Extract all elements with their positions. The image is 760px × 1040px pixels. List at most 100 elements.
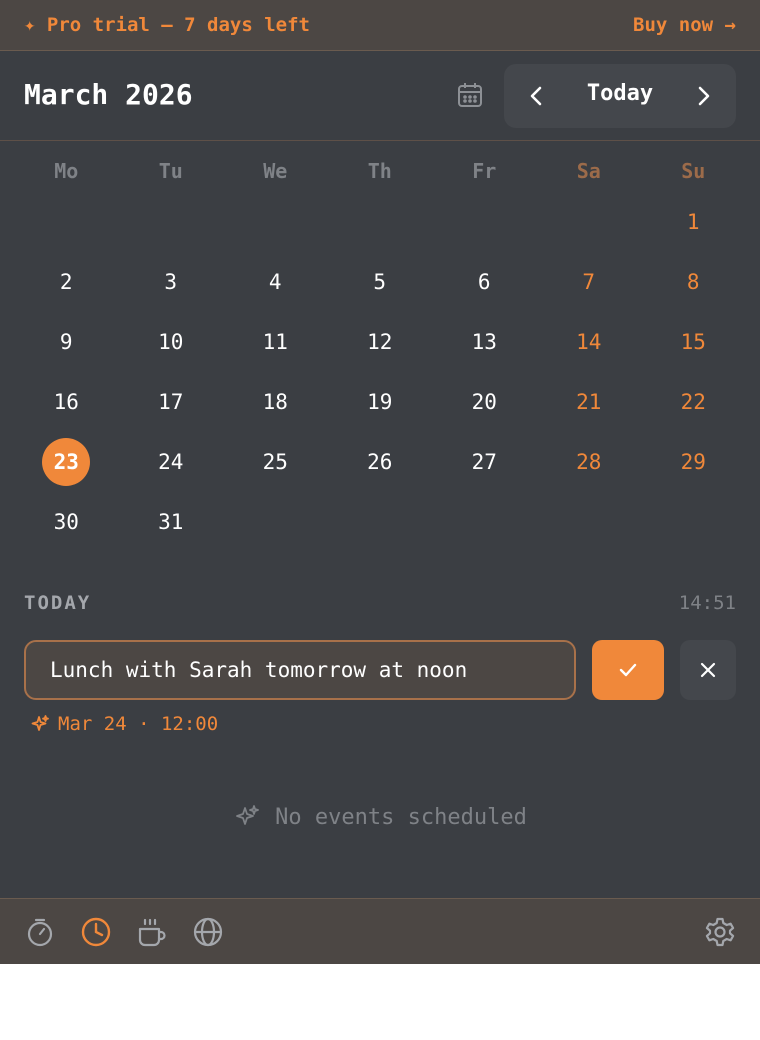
calendar-app: ✦ Pro trial — 7 days left Buy now → Marc… <box>0 0 760 964</box>
day-number: 27 <box>471 450 497 474</box>
globe-icon[interactable] <box>192 916 224 948</box>
sparkle-icon <box>236 805 260 825</box>
day-number: 11 <box>262 330 288 354</box>
calendar-grid: 1 2 3 4 5 6 7 8 9 10 11 12 13 14 15 16 17 18 19 20 21 22 23 24 2… <box>14 192 746 552</box>
day-cell[interactable]: 4 <box>223 252 328 312</box>
day-cell[interactable]: 22 <box>641 372 746 432</box>
day-cell[interactable]: 26 <box>328 432 433 492</box>
empty-day-cell <box>432 192 537 252</box>
sparkle-icon <box>31 715 49 731</box>
bottom-toolbar <box>0 898 760 964</box>
day-cell[interactable]: 24 <box>119 432 224 492</box>
day-cell[interactable]: 30 <box>14 492 119 552</box>
day-number: 26 <box>367 450 393 474</box>
day-cell[interactable]: 1 <box>641 192 746 252</box>
chevron-left-icon <box>530 86 542 106</box>
day-cell[interactable]: 25 <box>223 432 328 492</box>
quick-add-input[interactable] <box>50 658 550 682</box>
weekday-label: Th <box>367 159 392 183</box>
day-number: 16 <box>53 390 79 414</box>
day-cell[interactable]: 28 <box>537 432 642 492</box>
day-cell[interactable]: 8 <box>641 252 746 312</box>
chevron-right-icon <box>698 86 710 106</box>
day-number: 21 <box>576 390 602 414</box>
day-number: 2 <box>59 270 73 294</box>
weekday-label: Tu <box>158 159 183 183</box>
day-cell[interactable]: 21 <box>537 372 642 432</box>
settings-icon[interactable] <box>704 916 736 948</box>
empty-day-cell <box>537 192 642 252</box>
confirm-button[interactable] <box>592 640 664 700</box>
empty-state: No events scheduled <box>0 803 760 831</box>
day-number: 25 <box>262 450 288 474</box>
day-number: 10 <box>158 330 184 354</box>
weekday-label: Mo <box>54 159 79 183</box>
day-cell[interactable]: 10 <box>119 312 224 372</box>
day-cell[interactable]: 15 <box>641 312 746 372</box>
calendar-icon[interactable] <box>455 80 485 110</box>
day-number: 29 <box>680 450 706 474</box>
empty-day-cell <box>119 192 224 252</box>
day-cell[interactable]: 31 <box>119 492 224 552</box>
day-number: 9 <box>59 330 73 354</box>
day-number: 15 <box>680 330 706 354</box>
day-cell[interactable]: 19 <box>328 372 433 432</box>
day-number: 6 <box>477 270 491 294</box>
day-cell[interactable]: 20 <box>432 372 537 432</box>
day-number: 19 <box>367 390 393 414</box>
next-month-button[interactable] <box>688 80 720 112</box>
day-number: 18 <box>262 390 288 414</box>
day-number: 30 <box>53 510 79 534</box>
quick-add-field[interactable] <box>24 640 576 700</box>
day-cell[interactable]: 13 <box>432 312 537 372</box>
weekday-label: Sa <box>576 159 601 183</box>
pro-trial-banner: ✦ Pro trial — 7 days left Buy now → <box>0 0 760 51</box>
trial-text: ✦ Pro trial — 7 days left <box>24 14 310 36</box>
weekday-label: We <box>263 159 288 183</box>
day-number: 5 <box>373 270 387 294</box>
day-cell[interactable]: 17 <box>119 372 224 432</box>
month-title: March 2026 <box>24 78 193 111</box>
day-number: 7 <box>582 270 596 294</box>
day-cell[interactable]: 5 <box>328 252 433 312</box>
day-cell[interactable]: 6 <box>432 252 537 312</box>
day-number: 4 <box>268 270 282 294</box>
coffee-icon[interactable] <box>136 916 168 948</box>
prev-month-button[interactable] <box>520 80 552 112</box>
day-cell[interactable]: 29 <box>641 432 746 492</box>
parsed-event-hint: Mar 24 · 12:00 <box>30 713 218 735</box>
day-cell[interactable]: 11 <box>223 312 328 372</box>
day-cell[interactable]: 14 <box>537 312 642 372</box>
day-cell[interactable]: 27 <box>432 432 537 492</box>
today-button[interactable]: Today <box>564 81 676 106</box>
day-number: 8 <box>686 270 700 294</box>
clock-icon[interactable] <box>80 916 112 948</box>
day-cell[interactable]: 12 <box>328 312 433 372</box>
day-cell[interactable]: 18 <box>223 372 328 432</box>
today-section-label: TODAY <box>24 592 92 614</box>
parsed-datetime: Mar 24 · 12:00 <box>58 713 219 735</box>
day-number: 1 <box>686 210 700 234</box>
weekday-label: Fr <box>472 159 497 183</box>
day-number: 24 <box>158 450 184 474</box>
cancel-button[interactable] <box>680 640 736 700</box>
day-cell[interactable]: 16 <box>14 372 119 432</box>
day-number: 20 <box>471 390 497 414</box>
day-number: 23 <box>42 438 91 486</box>
day-number: 17 <box>158 390 184 414</box>
day-number: 3 <box>164 270 178 294</box>
day-cell[interactable]: 3 <box>119 252 224 312</box>
day-cell[interactable]: 2 <box>14 252 119 312</box>
day-number: 14 <box>576 330 602 354</box>
day-number: 31 <box>158 510 184 534</box>
day-number: 13 <box>471 330 497 354</box>
day-cell[interactable]: 7 <box>537 252 642 312</box>
empty-day-cell <box>223 192 328 252</box>
empty-day-cell <box>328 192 433 252</box>
buy-now-link[interactable]: Buy now → <box>633 14 736 36</box>
day-number: 22 <box>680 390 706 414</box>
day-cell-today[interactable]: 23 <box>14 432 119 492</box>
calendar-header: March 2026 Today <box>0 51 760 141</box>
day-cell[interactable]: 9 <box>14 312 119 372</box>
stopwatch-icon[interactable] <box>24 916 56 948</box>
